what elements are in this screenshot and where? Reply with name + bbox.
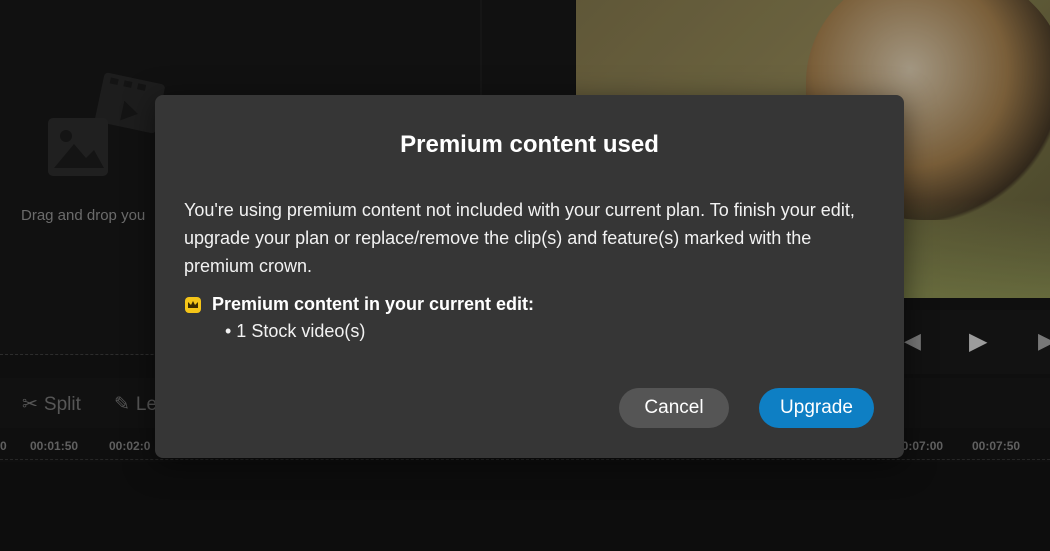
dialog-message: You're using premium content not include… xyxy=(184,200,855,276)
premium-content-dialog: Premium content used You're using premiu… xyxy=(155,95,904,458)
premium-crown-icon xyxy=(185,296,201,313)
upgrade-button[interactable]: Upgrade xyxy=(759,388,874,428)
premium-heading-text: Premium content in your current edit: xyxy=(212,294,535,314)
premium-content-heading: Premium content in your current edit: xyxy=(184,294,534,315)
video-editor-app: Drag and drop you ◀ ▶ ▶ ✂ Split ✎ Le 0 0… xyxy=(0,0,1050,551)
list-item: • 1 Stock video(s) xyxy=(225,321,366,341)
dialog-title: Premium content used xyxy=(400,131,659,158)
cancel-button[interactable]: Cancel xyxy=(619,388,729,428)
premium-items-list: • 1 Stock video(s) xyxy=(225,321,365,342)
